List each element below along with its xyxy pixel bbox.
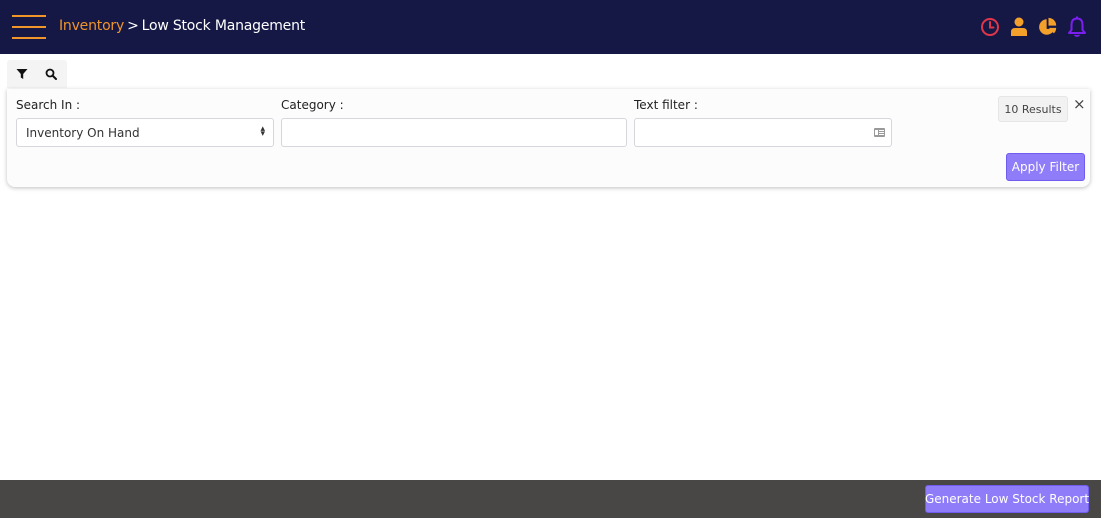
breadcrumb-inventory-link[interactable]: Inventory	[59, 18, 124, 34]
id-card-icon	[874, 128, 885, 137]
filter-panel: Search In : Inventory On Hand ▴ ▾ Categor…	[7, 89, 1090, 187]
filter-icon	[16, 69, 27, 79]
pie-chart-icon[interactable]	[1038, 16, 1058, 38]
search-in-label: Search In :	[16, 98, 81, 112]
footer-bar: Generate Low Stock Report	[0, 480, 1101, 518]
select-arrows-icon: ▴ ▾	[260, 124, 265, 139]
top-navigation-bar: Inventory > Low Stock Management	[0, 0, 1101, 54]
search-tab[interactable]	[36, 60, 65, 88]
clock-icon[interactable]	[980, 16, 1000, 38]
user-icon[interactable]	[1009, 16, 1029, 38]
search-in-select[interactable]: Inventory On Hand ▴ ▾	[16, 118, 274, 147]
generate-low-stock-report-button[interactable]: Generate Low Stock Report	[925, 485, 1089, 513]
breadcrumb-current-page: Low Stock Management	[141, 18, 306, 34]
toolbar-tabs	[7, 60, 67, 88]
hamburger-line	[12, 26, 46, 28]
search-in-selected-value: Inventory On Hand	[26, 126, 140, 140]
results-count-badge: 10 Results	[998, 96, 1068, 122]
hamburger-line	[12, 15, 46, 17]
category-input[interactable]	[281, 118, 627, 147]
close-panel-icon[interactable]: ×	[1073, 97, 1086, 112]
hamburger-line	[12, 37, 46, 39]
text-filter-label: Text filter :	[634, 98, 698, 112]
menu-hamburger-icon[interactable]	[12, 15, 46, 39]
text-filter-input[interactable]	[634, 118, 892, 147]
breadcrumb-separator: >	[127, 18, 139, 34]
category-label: Category :	[281, 98, 344, 112]
header-icon-group	[980, 16, 1087, 38]
apply-filter-button[interactable]: Apply Filter	[1006, 153, 1085, 181]
bell-icon[interactable]	[1067, 16, 1087, 38]
search-icon	[45, 68, 57, 80]
filter-tab[interactable]	[7, 60, 36, 88]
breadcrumb: Inventory > Low Stock Management	[59, 18, 305, 34]
